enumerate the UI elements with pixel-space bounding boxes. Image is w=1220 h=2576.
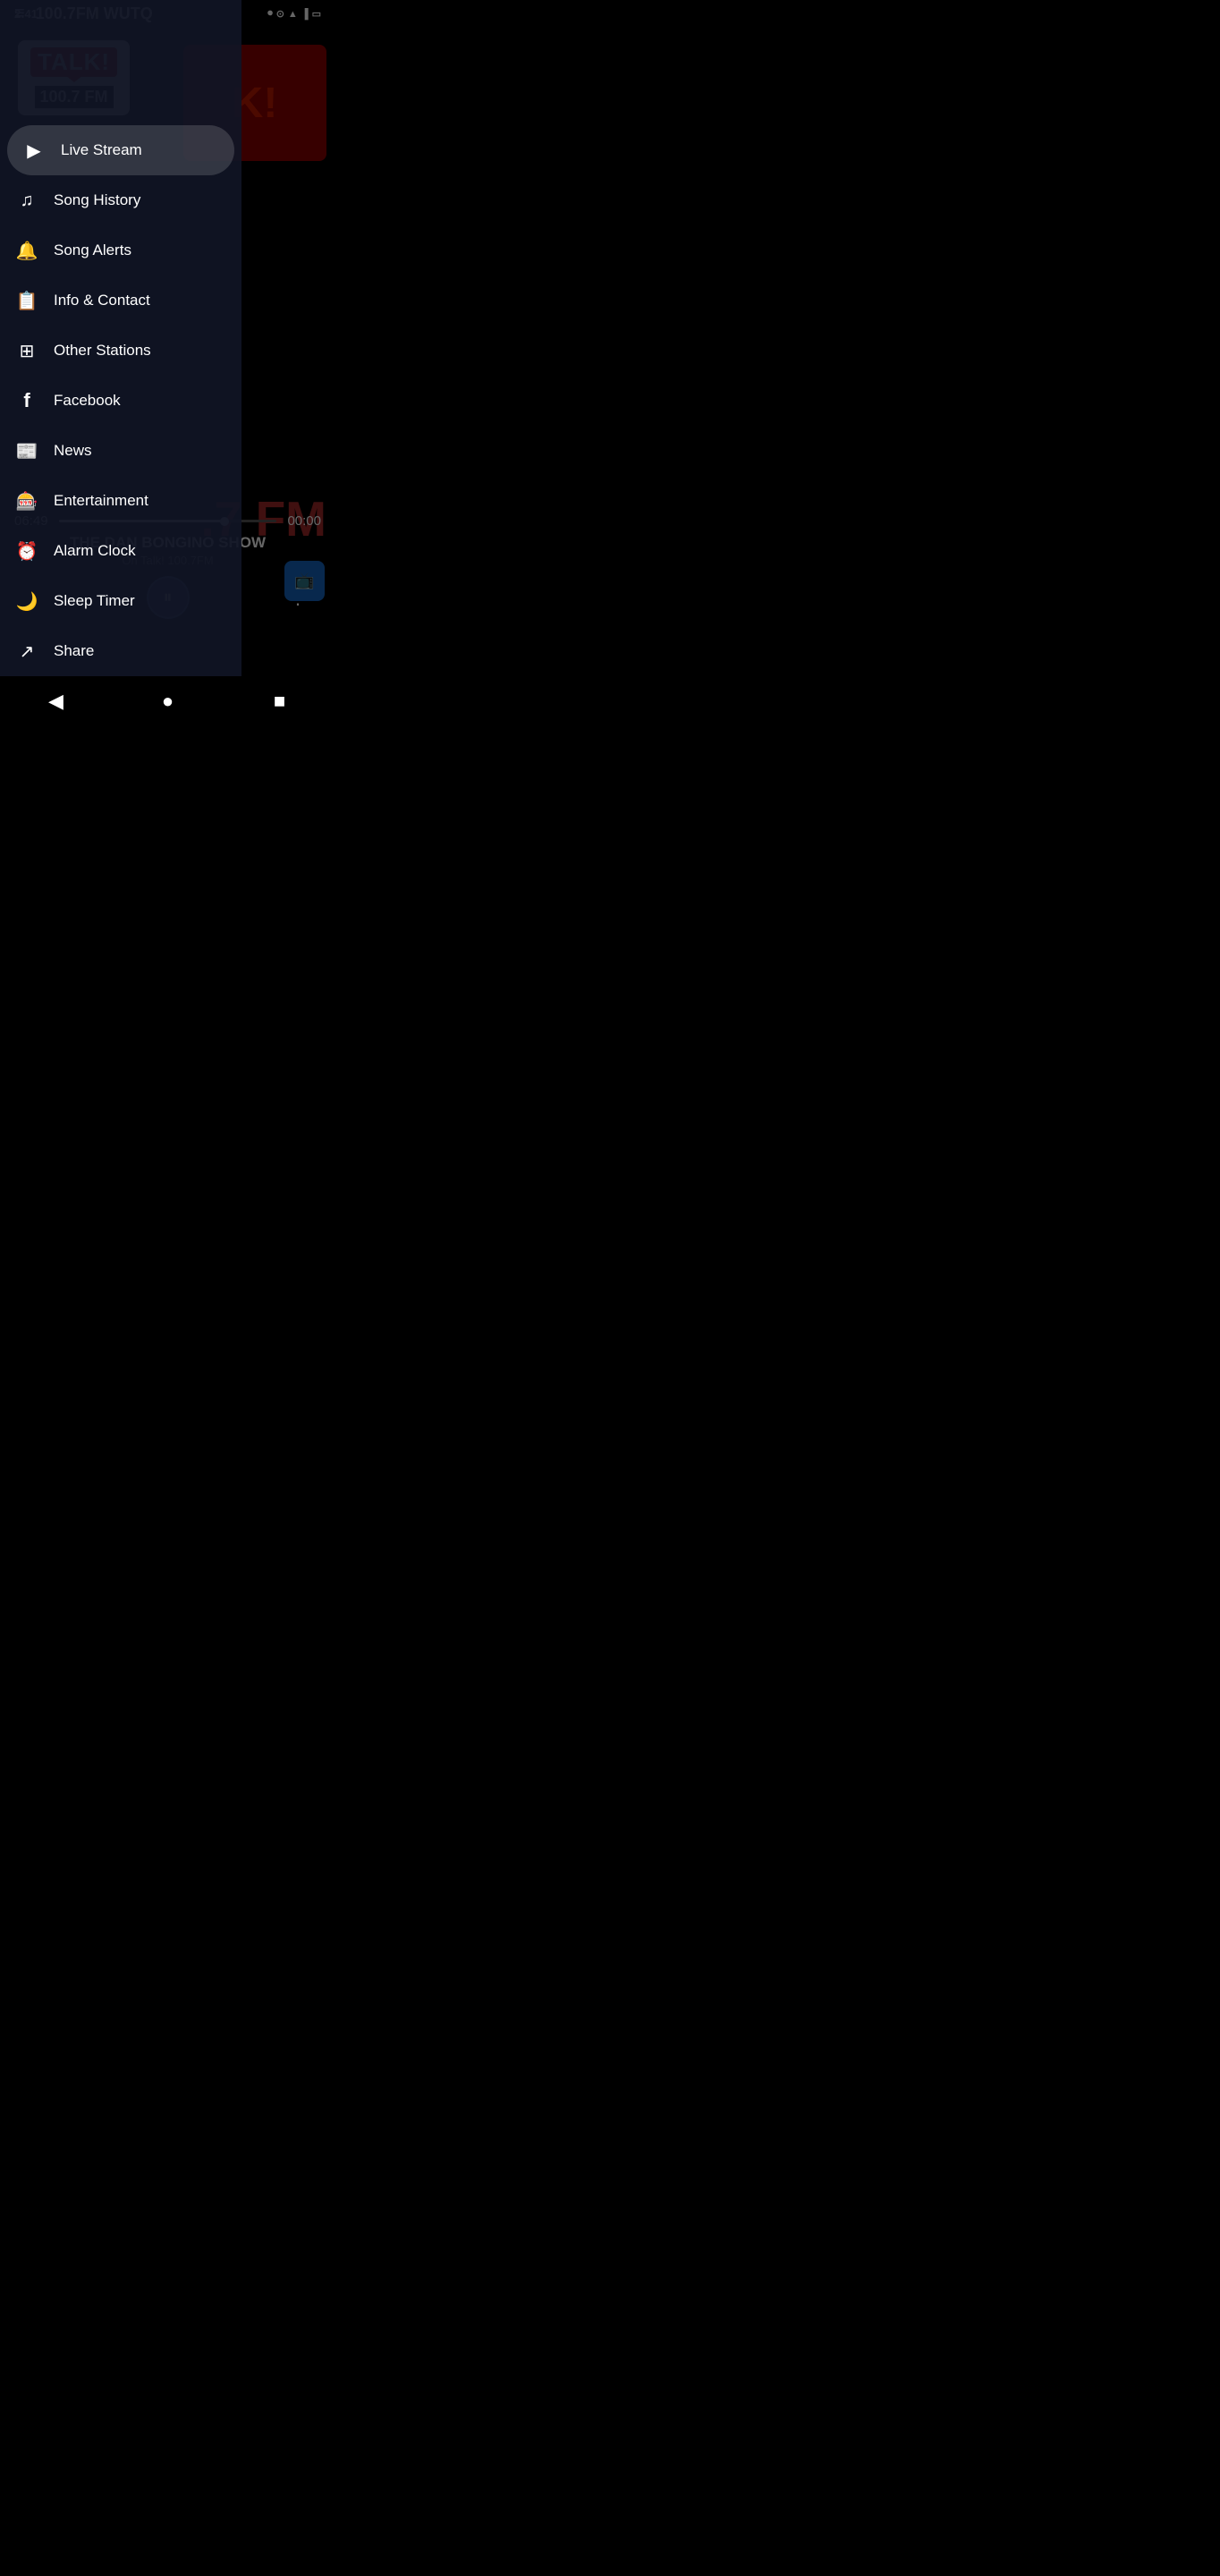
bottom-navigation: ◀ ● ■ [0, 676, 335, 726]
bell-icon: 🔔 [14, 238, 39, 263]
menu-item-song-history[interactable]: ♫ Song History [0, 175, 241, 225]
grid-icon: ⊞ [14, 338, 39, 363]
song-alerts-label: Song Alerts [54, 242, 131, 259]
menu-item-facebook[interactable]: f Facebook [0, 376, 241, 426]
alarm-icon: ⏰ [14, 538, 39, 564]
info-contact-label: Info & Contact [54, 292, 150, 309]
menu-item-sleep-timer[interactable]: 🌙 Sleep Timer [0, 576, 241, 626]
recents-button[interactable]: ■ [262, 683, 298, 719]
other-stations-label: Other Stations [54, 342, 151, 360]
song-history-label: Song History [54, 191, 140, 209]
back-icon: ◀ [48, 690, 64, 713]
back-button[interactable]: ◀ [38, 683, 74, 719]
home-icon: ● [162, 690, 174, 713]
menu-item-entertainment[interactable]: 🎰 Entertainment [0, 476, 241, 526]
play-icon: ▶ [21, 138, 47, 163]
menu-item-share[interactable]: ↗ Share [0, 626, 241, 676]
menu-item-news[interactable]: 📰 News [0, 426, 241, 476]
entertainment-icon: 🎰 [14, 488, 39, 513]
drawer-header [0, 0, 241, 125]
menu-item-other-stations[interactable]: ⊞ Other Stations [0, 326, 241, 376]
share-label: Share [54, 642, 94, 660]
menu-item-info-contact[interactable]: 📋 Info & Contact [0, 275, 241, 326]
drawer-scrim[interactable] [241, 0, 335, 726]
alarm-clock-label: Alarm Clock [54, 542, 136, 560]
home-button[interactable]: ● [150, 683, 186, 719]
share-icon: ↗ [14, 639, 39, 664]
menu-item-alarm-clock[interactable]: ⏰ Alarm Clock [0, 526, 241, 576]
menu-item-song-alerts[interactable]: 🔔 Song Alerts [0, 225, 241, 275]
menu-item-live-stream[interactable]: ▶ Live Stream [7, 125, 234, 175]
entertainment-label: Entertainment [54, 492, 148, 510]
music-icon: ♫ [14, 188, 39, 213]
navigation-drawer: ▶ Live Stream ♫ Song History 🔔 Song Aler… [0, 0, 241, 726]
facebook-icon: f [14, 388, 39, 413]
info-icon: 📋 [14, 288, 39, 313]
live-stream-label: Live Stream [61, 141, 142, 159]
facebook-label: Facebook [54, 392, 121, 410]
news-label: News [54, 442, 92, 460]
menu-list: ▶ Live Stream ♫ Song History 🔔 Song Aler… [0, 125, 241, 726]
sleep-timer-label: Sleep Timer [54, 592, 135, 610]
news-icon: 📰 [14, 438, 39, 463]
recents-icon: ■ [274, 690, 285, 713]
moon-icon: 🌙 [14, 589, 39, 614]
